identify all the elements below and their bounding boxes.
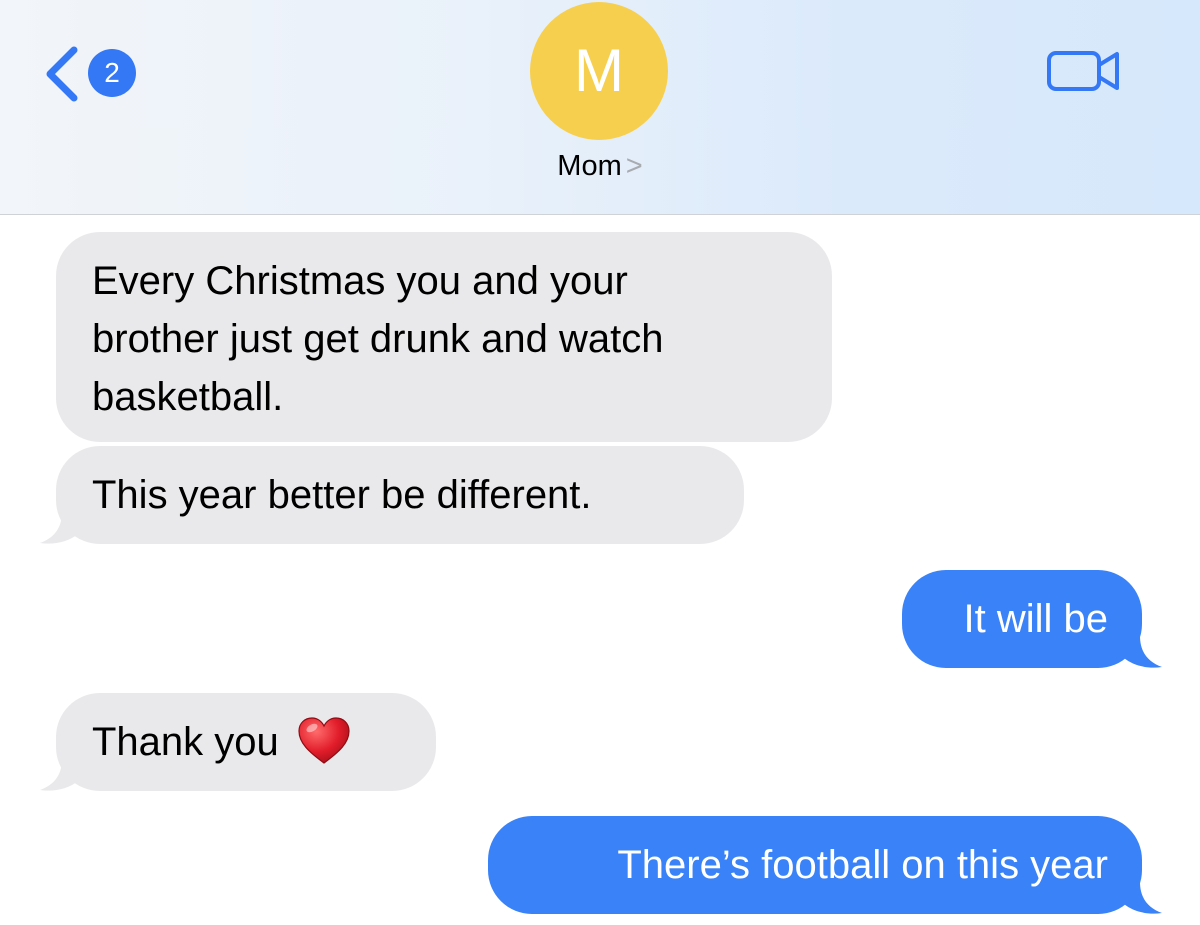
message-bubble-incoming[interactable]: This year better be different.	[56, 446, 744, 544]
video-call-button[interactable]	[1046, 48, 1122, 94]
bubble-tail	[40, 512, 78, 544]
message-bubble-outgoing[interactable]: There’s football on this year	[488, 816, 1142, 914]
bubble-tail	[40, 759, 78, 791]
unread-badge: 2	[88, 49, 136, 97]
avatar[interactable]: M	[530, 2, 668, 140]
bubble-tail	[1124, 882, 1162, 914]
contact-name-label: Mom	[557, 150, 622, 182]
message-text: Thank you	[92, 720, 279, 764]
message-bubble-outgoing[interactable]: It will be	[902, 570, 1142, 668]
message-bubble-incoming[interactable]: Every Christmas you and your brother jus…	[56, 232, 832, 442]
red-heart-icon	[298, 717, 350, 765]
bubble-tail	[1124, 636, 1162, 668]
message-bubble-incoming[interactable]: Thank you	[56, 693, 436, 791]
chevron-right-icon: >	[625, 150, 643, 182]
conversation-header: 2 M Mom >	[0, 0, 1200, 215]
contact-name[interactable]: Mom >	[0, 150, 1200, 183]
back-button[interactable]: 2	[42, 44, 142, 104]
chevron-left-icon	[46, 46, 78, 102]
video-camera-icon	[1047, 51, 1119, 91]
